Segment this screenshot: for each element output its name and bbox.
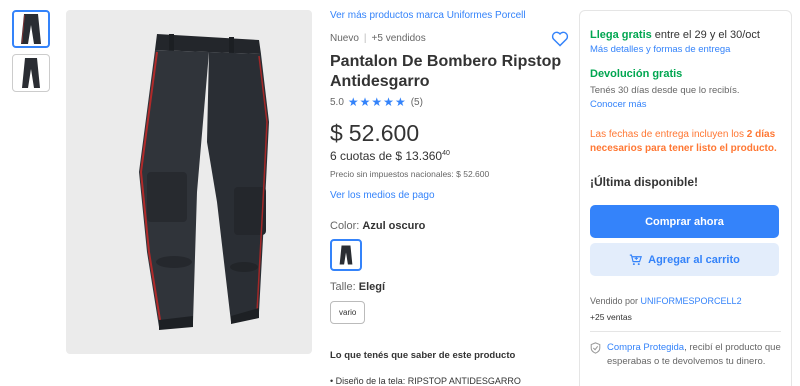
protected-purchase-text: Compra Protegida, recibí el producto que…	[607, 341, 781, 369]
seller-info: Vendido por UNIFORMESPORCELL2	[590, 296, 781, 306]
separator: |	[363, 33, 367, 44]
thumbnail-2[interactable]	[12, 54, 50, 92]
free-return-title: Devolución gratis	[590, 68, 683, 80]
shipping-dates: entre el 29 y el 30/oct	[651, 29, 760, 41]
rating[interactable]: 5.0 ★★★★★ (5)	[330, 95, 565, 109]
color-label: Color: Azul oscuro	[330, 220, 565, 232]
protected-purchase: Compra Protegida, recibí el producto que…	[590, 341, 781, 369]
color-value: Azul oscuro	[362, 220, 426, 232]
price-currency: $	[330, 120, 343, 146]
color-swatch[interactable]	[330, 239, 362, 271]
condition-row: Nuevo | +5 vendidos	[330, 31, 569, 47]
divider	[590, 331, 781, 332]
free-return-desc: Tenés 30 días desde que lo recibís.	[590, 85, 740, 96]
product-highlight-item: • Diseño de la tela: RIPSTOP ANTIDESGARR…	[330, 376, 521, 386]
thumbnail-1[interactable]	[12, 10, 50, 48]
product-title: Pantalon De Bombero Ripstop Antidesgarro	[330, 53, 562, 90]
firefighter-pants-image	[139, 34, 269, 330]
installments: 6 cuotas de $ 13.36040	[330, 149, 565, 163]
pants-thumbnail-icon	[21, 14, 41, 44]
size-option-button[interactable]: vario	[330, 301, 366, 324]
cart-plus-icon	[629, 254, 643, 265]
delivery-warning: Las fechas de entrega incluyen los 2 día…	[590, 128, 781, 156]
payment-methods-link[interactable]: Ver los medios de pago	[330, 190, 565, 201]
shield-check-icon	[590, 342, 601, 369]
product-info: Ver más productos marca Uniformes Porcel…	[330, 10, 569, 386]
favorite-heart-icon[interactable]	[551, 31, 569, 50]
condition-label: Nuevo	[330, 33, 359, 44]
rating-value: 5.0	[330, 96, 344, 108]
price: $ 52.600	[330, 120, 565, 147]
protected-purchase-link[interactable]: Compra Protegida	[607, 342, 684, 353]
size-label-prefix: Talle:	[330, 281, 359, 293]
seller-prefix: Vendido por	[590, 296, 641, 306]
buy-now-button[interactable]: Comprar ahora	[590, 205, 779, 238]
add-to-cart-button[interactable]: Agregar al carrito	[590, 243, 779, 276]
rating-count: (5)	[410, 96, 423, 108]
price-no-tax: Precio sin impuestos nacionales: $ 52.60…	[330, 169, 490, 179]
size-value: Elegí	[358, 281, 386, 293]
pants-swatch-icon	[339, 245, 353, 265]
color-label-prefix: Color:	[330, 220, 363, 232]
size-label: Talle: Elegí	[330, 281, 565, 293]
star-rating-icon: ★★★★★	[347, 95, 407, 109]
learn-more-link[interactable]: Conocer más	[590, 99, 781, 110]
add-to-cart-label: Agregar al carrito	[648, 253, 740, 266]
thumbnail-list	[12, 10, 52, 98]
free-shipping-label: Llega gratis	[590, 29, 652, 41]
installments-text: 6 cuotas de $ 13.360	[330, 149, 443, 163]
installments-cents: 40	[442, 150, 450, 157]
buy-box: Llega gratis entre el 29 y el 30/oct Más…	[579, 10, 792, 386]
main-product-image[interactable]	[66, 10, 312, 354]
shipping-info: Llega gratis entre el 29 y el 30/oct	[590, 29, 781, 41]
brand-link[interactable]: Ver más productos marca Uniformes Porcel…	[330, 10, 565, 24]
delivery-warning-text: Las fechas de entrega incluyen los	[590, 129, 747, 140]
last-unit-label: ¡Última disponible!	[590, 175, 698, 189]
seller-link[interactable]: UNIFORMESPORCELL2	[641, 296, 742, 306]
sold-count: +5 vendidos	[371, 33, 426, 44]
seller-sales: +25 ventas	[590, 312, 632, 322]
product-highlights-title: Lo que tenés que saber de este producto	[330, 350, 516, 361]
price-amount: 52.600	[348, 120, 420, 146]
pants-back-thumbnail-icon	[22, 58, 40, 88]
shipping-details-link[interactable]: Más detalles y formas de entrega	[590, 44, 781, 55]
